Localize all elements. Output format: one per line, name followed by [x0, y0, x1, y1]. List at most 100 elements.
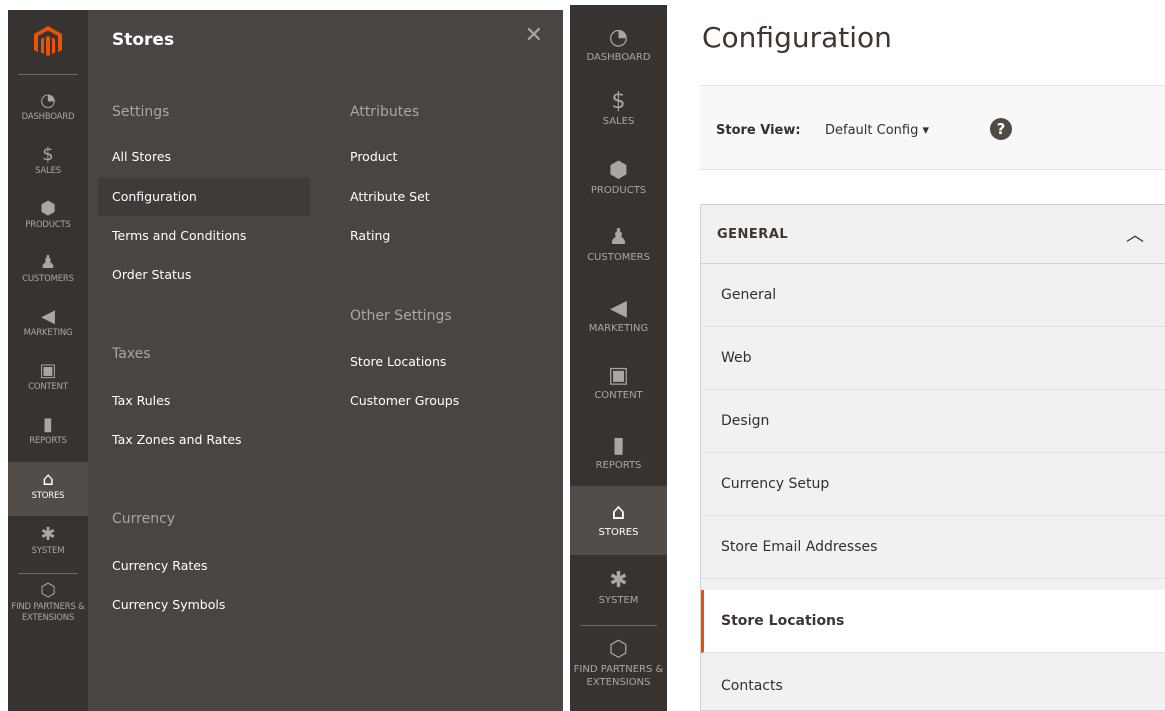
nav-stores[interactable]: ⌂ STORES: [570, 486, 667, 555]
menu-product[interactable]: Product: [350, 138, 397, 176]
tab-label: Web: [721, 350, 752, 366]
menu-currency-symbols[interactable]: Currency Symbols: [88, 586, 225, 624]
submenu-title: Stores: [112, 30, 175, 50]
store-view-dropdown[interactable]: Default Config ▾: [825, 123, 929, 138]
menu-all-stores[interactable]: All Stores: [88, 138, 171, 176]
nav-dashboard[interactable]: ◔ DASHBOARD: [8, 90, 88, 130]
currency-heading: Currency: [112, 511, 176, 527]
cube-icon: ⬢: [608, 158, 629, 183]
store-view-label: Store View:: [716, 123, 801, 138]
left-panel: ◔ DASHBOARD $ SALES ⬢ PRODUCTS ♟ CUSTOME…: [8, 10, 563, 711]
chevron-up-icon: ︿: [1126, 225, 1144, 246]
menu-currency-rates[interactable]: Currency Rates: [88, 547, 207, 585]
dashboard-icon: ◔: [608, 25, 629, 50]
tab-contacts[interactable]: Contacts: [701, 655, 1165, 711]
tab-store-locations[interactable]: Store Locations: [701, 590, 1165, 653]
nav-find-partners[interactable]: ⬡ FIND PARTNERS & EXTENSIONS: [570, 637, 667, 697]
nav-sales[interactable]: $ SALES: [570, 89, 667, 133]
nav-label: CONTENT: [594, 390, 643, 401]
magento-logo[interactable]: [8, 10, 88, 74]
nav-divider: [18, 573, 78, 574]
tab-store-email-addresses[interactable]: Store Email Addresses: [701, 516, 1165, 579]
nav-customers[interactable]: ♟ CUSTOMERS: [570, 225, 667, 269]
tab-general[interactable]: General: [701, 264, 1165, 327]
nav-label: SYSTEM: [598, 595, 639, 606]
nav-label: CUSTOMERS: [587, 252, 650, 263]
gear-icon: ✱: [609, 568, 628, 593]
config-tabs: GENERAL ︿ General Web Design Currency Se…: [700, 204, 1165, 711]
storefront-icon: ⌂: [611, 500, 626, 525]
nav-reports[interactable]: ▮ REPORTS: [570, 433, 667, 477]
nav-label: SALES: [35, 166, 61, 176]
cubes-icon: ⬡: [608, 637, 629, 662]
tab-label: Store Email Addresses: [721, 539, 878, 555]
nav-label: PRODUCTS: [590, 185, 647, 196]
megaphone-icon: ◀: [41, 306, 55, 327]
admin-sidebar: ◔ DASHBOARD $ SALES ⬢ PRODUCTS ♟ CUSTOME…: [570, 5, 667, 711]
nav-products[interactable]: ⬢ PRODUCTS: [8, 198, 88, 238]
bar-chart-icon: ▮: [612, 433, 625, 458]
menu-tax-rules[interactable]: Tax Rules: [88, 382, 170, 420]
bar-chart-icon: ▮: [43, 414, 53, 435]
tab-group-title: GENERAL: [717, 227, 789, 242]
dashboard-icon: ◔: [40, 90, 56, 111]
nav-label: REPORTS: [595, 460, 642, 471]
nav-label: REPORTS: [29, 436, 67, 446]
nav-dashboard[interactable]: ◔ DASHBOARD: [570, 25, 667, 69]
menu-rating[interactable]: Rating: [350, 217, 390, 255]
tab-label: Currency Setup: [721, 476, 830, 492]
nav-label: FIND PARTNERS & EXTENSIONS: [573, 664, 664, 688]
nav-label: CONTENT: [28, 382, 68, 392]
nav-label: MARKETING: [588, 323, 649, 334]
nav-customers[interactable]: ♟ CUSTOMERS: [8, 252, 88, 292]
nav-stores[interactable]: ⌂ STORES: [8, 462, 88, 516]
other-settings-heading: Other Settings: [350, 308, 452, 324]
nav-system[interactable]: ✱ SYSTEM: [570, 568, 667, 612]
tab-design[interactable]: Design: [701, 390, 1165, 453]
nav-marketing[interactable]: ◀ MARKETING: [8, 306, 88, 346]
nav-system[interactable]: ✱ SYSTEM: [8, 524, 88, 564]
menu-terms-and-conditions[interactable]: Terms and Conditions: [88, 217, 246, 255]
tab-currency-setup[interactable]: Currency Setup: [701, 453, 1165, 516]
person-icon: ♟: [39, 252, 57, 273]
close-icon[interactable]: ✕: [525, 24, 543, 48]
nav-content[interactable]: ▣ CONTENT: [570, 363, 667, 407]
nav-marketing[interactable]: ◀ MARKETING: [570, 296, 667, 340]
nav-divider: [580, 625, 657, 626]
nav-label: STORES: [598, 527, 639, 538]
tab-label: General: [721, 287, 777, 303]
storefront-icon: ⌂: [42, 469, 54, 490]
tab-web[interactable]: Web: [701, 327, 1165, 390]
menu-order-status[interactable]: Order Status: [88, 256, 191, 294]
menu-configuration[interactable]: Configuration: [98, 178, 310, 216]
dollar-icon: $: [611, 89, 626, 114]
configuration-content: Configuration Store View: Default Config…: [667, 5, 1165, 711]
cubes-icon: ⬡: [40, 580, 56, 601]
store-view-switcher: Store View: Default Config ▾ ?: [700, 85, 1165, 170]
menu-tax-zones-and-rates[interactable]: Tax Zones and Rates: [88, 421, 242, 459]
menu-store-locations[interactable]: Store Locations: [350, 343, 446, 381]
attributes-heading: Attributes: [350, 104, 420, 120]
nav-label: DASHBOARD: [21, 112, 75, 122]
stores-submenu: Stores ✕ Settings All Stores Configurati…: [88, 10, 563, 711]
tab-group-general[interactable]: GENERAL ︿: [701, 205, 1165, 264]
layout-icon: ▣: [608, 363, 629, 388]
nav-content[interactable]: ▣ CONTENT: [8, 360, 88, 400]
nav-label: FIND PARTNERS & EXTENSIONS: [11, 602, 85, 623]
help-icon[interactable]: ?: [990, 118, 1012, 140]
nav-reports[interactable]: ▮ REPORTS: [8, 414, 88, 454]
tab-label: Contacts: [721, 678, 783, 694]
admin-sidebar: ◔ DASHBOARD $ SALES ⬢ PRODUCTS ♟ CUSTOME…: [8, 10, 88, 711]
magento-logo-icon: [34, 26, 62, 56]
nav-sales[interactable]: $ SALES: [8, 144, 88, 184]
nav-label: DASHBOARD: [586, 52, 651, 63]
taxes-heading: Taxes: [112, 346, 151, 362]
gear-icon: ✱: [40, 524, 56, 545]
nav-find-partners[interactable]: ⬡ FIND PARTNERS & EXTENSIONS: [8, 580, 88, 630]
person-icon: ♟: [608, 225, 629, 250]
menu-attribute-set[interactable]: Attribute Set: [350, 178, 430, 216]
menu-customer-groups[interactable]: Customer Groups: [350, 382, 459, 420]
nav-label: CUSTOMERS: [22, 274, 74, 284]
nav-products[interactable]: ⬢ PRODUCTS: [570, 158, 667, 202]
dollar-icon: $: [42, 144, 54, 165]
